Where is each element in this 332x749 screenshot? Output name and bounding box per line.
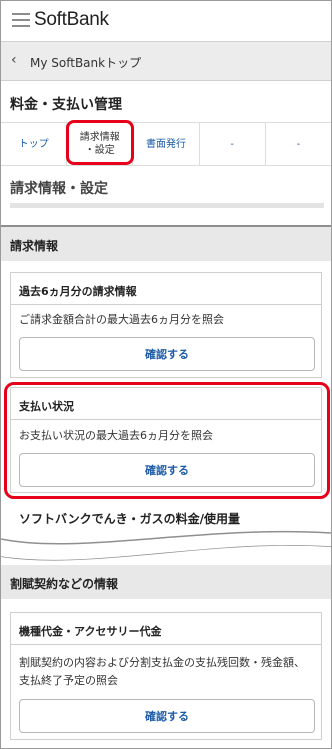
card-header: 過去6ヵ月分の請求情報 [11,273,321,305]
chevron-left-icon: ‹ [11,52,17,68]
management-title: 料金・支払い管理 [10,97,122,113]
back-link-label: My SoftBankトップ [30,56,142,70]
phone-frame: SoftBank ‹ My SoftBankトップ 料金・支払い管理 トップ 請… [0,0,332,749]
tab-label: 書面発行 [146,138,186,150]
billing-group-header: 請求情報 [1,227,331,261]
menu-icon[interactable] [12,13,30,27]
installment-group-header: 割賦契約などの情報 [1,565,331,599]
tab-top[interactable]: トップ [1,123,68,165]
gray-divider [10,203,324,208]
past6-card: 過去6ヵ月分の請求情報 ご請求金額合計の最大過去6ヵ月分を照会 確認する [10,272,322,378]
card-title: 機種代金・アクセサリー代金 [19,625,162,638]
device-cost-confirm-button[interactable]: 確認する [19,699,315,733]
card-description: 割賦契約の内容および分割支払金の支払残回数・残金額、支払終了予定の照会 [19,656,305,687]
softbank-logo[interactable]: SoftBank [34,9,109,31]
tab-bar: トップ 請求情報 ・設定 書面発行 - - [1,122,331,166]
tab-placeholder-5[interactable]: - [266,123,331,165]
installment-group-title: 割賦契約などの情報 [10,577,119,591]
card-title: 過去6ヵ月分の請求情報 [19,285,137,298]
payment-highlight-box [4,382,330,499]
billing-group-title: 請求情報 [10,239,59,253]
tab-label: - [296,138,301,150]
tab-label: - [230,138,235,150]
back-bar[interactable]: ‹ My SoftBankトップ [1,41,331,81]
tab-placeholder-4[interactable]: - [200,123,266,165]
page-section-title: 請求情報・設定 [10,181,108,197]
past6-confirm-button[interactable]: 確認する [19,337,315,371]
tab-document-issue[interactable]: 書面発行 [133,123,200,165]
top-header: SoftBank [1,1,331,41]
tab-highlight-box [66,120,134,165]
card-description: ご請求金額合計の最大過去6ヵ月分を照会 [19,313,224,326]
card-header: 機種代金・アクセサリー代金 [11,613,321,645]
tab-label: トップ [18,138,49,150]
device-cost-card: 機種代金・アクセサリー代金 割賦契約の内容および分割支払金の支払残回数・残金額、… [10,612,322,740]
